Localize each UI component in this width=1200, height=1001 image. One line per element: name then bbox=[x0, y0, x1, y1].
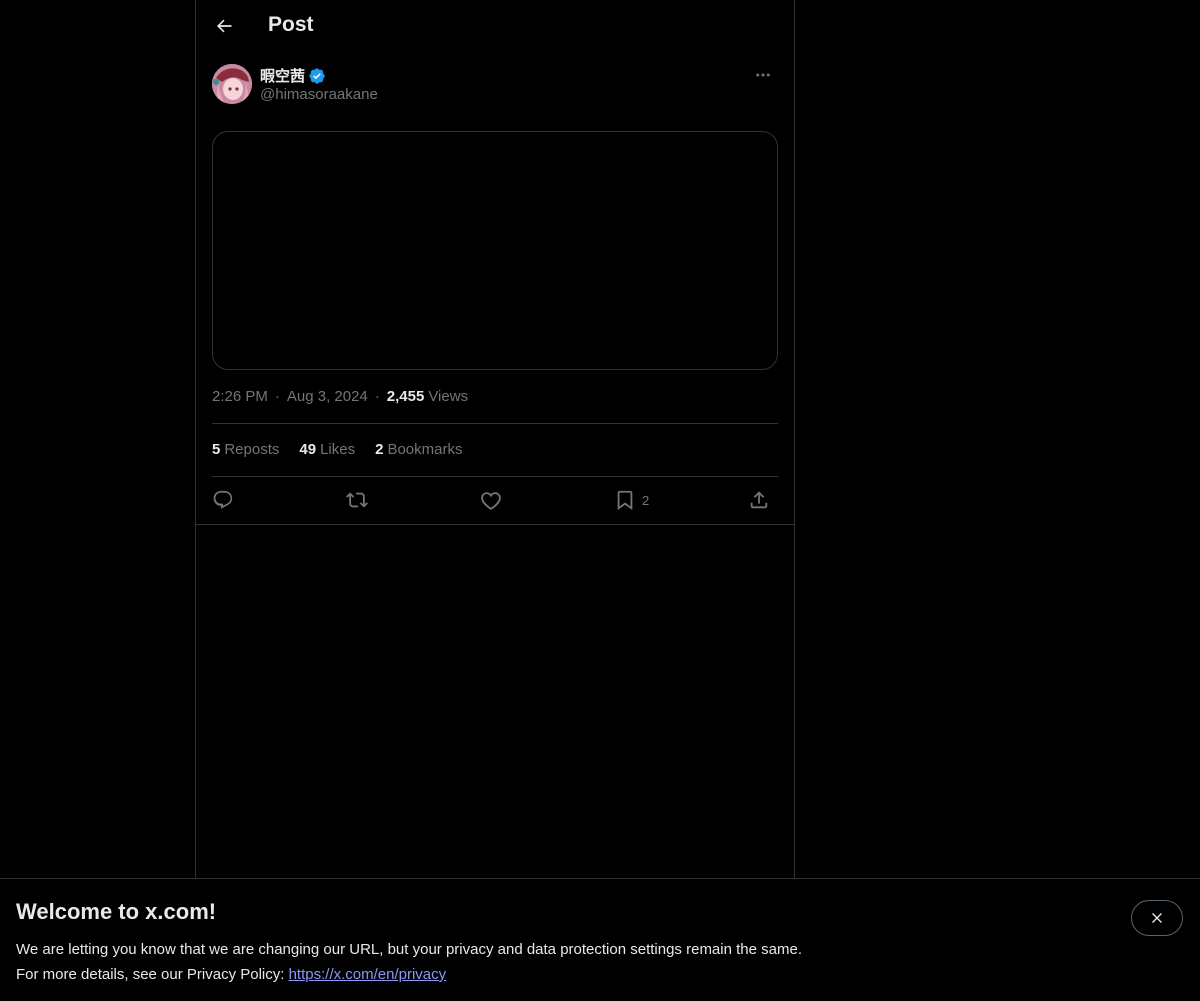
post-time[interactable]: 2:26 PM bbox=[212, 388, 268, 405]
post-actions: 2 bbox=[212, 485, 778, 515]
reposts-count: 5 bbox=[212, 441, 221, 458]
post-meta: 2:26 PM · Aug 3, 2024 · 2,455 Views bbox=[212, 388, 468, 405]
post-media[interactable] bbox=[212, 131, 778, 370]
more-horizontal-icon bbox=[756, 73, 770, 77]
bookmark-action-count: 2 bbox=[642, 492, 650, 508]
post-column: Post 暇空茜 @himasoraakane 2:26 PM · Aug 3,… bbox=[195, 0, 795, 878]
arrow-left-icon bbox=[217, 19, 232, 33]
banner-title: Welcome to x.com! bbox=[16, 899, 217, 924]
banner-text: We are letting you know that we are chan… bbox=[16, 937, 802, 987]
banner-line-2-prefix: For more details, see our Privacy Policy… bbox=[16, 966, 289, 983]
privacy-policy-link[interactable]: https://x.com/en/privacy bbox=[289, 966, 447, 983]
avatar[interactable] bbox=[212, 64, 252, 104]
divider bbox=[212, 423, 778, 424]
views-count: 2,455 bbox=[386, 388, 425, 405]
reposts-label: Reposts bbox=[224, 441, 280, 458]
like-button[interactable] bbox=[480, 485, 502, 515]
url-change-banner: Welcome to x.com! We are letting you kno… bbox=[0, 878, 1200, 1001]
page-title: Post bbox=[268, 13, 314, 36]
author-handle[interactable]: @himasoraakane bbox=[260, 86, 378, 103]
likes-stat[interactable]: 49 Likes bbox=[299, 441, 355, 458]
author-display-name[interactable]: 暇空茜 bbox=[260, 65, 305, 86]
share-icon bbox=[750, 491, 768, 509]
post-author: 暇空茜 @himasoraakane bbox=[212, 64, 778, 108]
bookmarks-label: Bookmarks bbox=[387, 441, 463, 458]
repost-button[interactable] bbox=[346, 485, 368, 515]
author-name-row: 暇空茜 bbox=[260, 65, 326, 86]
post-stats: 5 Reposts 49 Likes 2 Bookmarks bbox=[212, 441, 482, 458]
heart-icon bbox=[481, 492, 501, 510]
bookmarks-count: 2 bbox=[375, 441, 384, 458]
reply-button[interactable] bbox=[212, 485, 234, 515]
banner-line-2: For more details, see our Privacy Policy… bbox=[16, 962, 802, 987]
likes-label: Likes bbox=[320, 441, 356, 458]
bookmark-button[interactable]: 2 bbox=[614, 485, 649, 515]
repost-icon bbox=[346, 492, 368, 508]
meta-separator: · bbox=[274, 388, 280, 405]
reply-icon bbox=[213, 490, 233, 509]
post-date[interactable]: Aug 3, 2024 bbox=[287, 388, 368, 405]
views-label: Views bbox=[428, 388, 469, 405]
banner-line-1: We are letting you know that we are chan… bbox=[16, 941, 802, 958]
reposts-stat[interactable]: 5 Reposts bbox=[212, 441, 279, 458]
post-header: Post bbox=[196, 0, 794, 53]
bookmark-icon bbox=[617, 490, 633, 511]
verified-badge-icon[interactable] bbox=[308, 67, 326, 85]
back-button[interactable] bbox=[206, 8, 242, 44]
share-button[interactable] bbox=[748, 485, 770, 515]
close-banner-button[interactable] bbox=[1131, 900, 1183, 936]
more-options-button[interactable] bbox=[748, 64, 778, 86]
divider bbox=[212, 476, 778, 477]
meta-separator: · bbox=[374, 388, 380, 405]
close-icon bbox=[1152, 913, 1162, 923]
likes-count: 49 bbox=[299, 441, 317, 458]
divider bbox=[196, 524, 794, 525]
bookmarks-stat[interactable]: 2 Bookmarks bbox=[375, 441, 462, 458]
